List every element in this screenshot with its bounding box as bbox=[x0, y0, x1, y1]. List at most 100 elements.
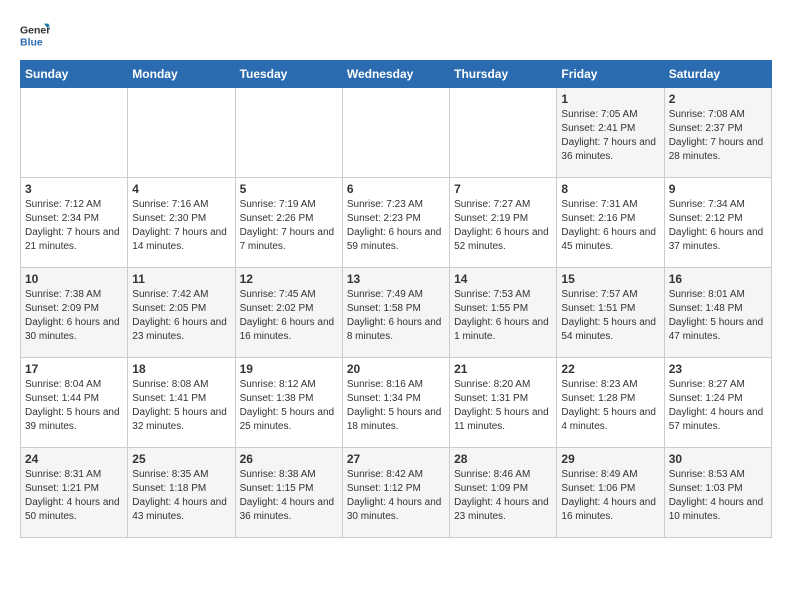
calendar-cell: 12 Sunrise: 7:45 AMSunset: 2:02 PMDayligh… bbox=[235, 268, 342, 358]
calendar-table: SundayMondayTuesdayWednesdayThursdayFrid… bbox=[20, 60, 772, 538]
day-info: Sunrise: 7:27 AMSunset: 2:19 PMDaylight:… bbox=[454, 198, 552, 254]
weekday-header-tuesday: Tuesday bbox=[235, 61, 342, 88]
day-info: Sunrise: 8:42 AMSunset: 1:12 PMDaylight:… bbox=[347, 468, 445, 524]
day-number: 20 bbox=[347, 362, 445, 376]
day-info: Sunrise: 7:38 AMSunset: 2:09 PMDaylight:… bbox=[25, 288, 123, 344]
day-number: 17 bbox=[25, 362, 123, 376]
day-info: Sunrise: 7:19 AMSunset: 2:26 PMDaylight:… bbox=[240, 198, 338, 254]
calendar-cell: 26 Sunrise: 8:38 AMSunset: 1:15 PMDayligh… bbox=[235, 448, 342, 538]
day-number: 6 bbox=[347, 182, 445, 196]
day-number: 25 bbox=[132, 452, 230, 466]
day-number: 29 bbox=[561, 452, 659, 466]
logo-icon: General Blue bbox=[20, 20, 50, 50]
day-number: 26 bbox=[240, 452, 338, 466]
day-info: Sunrise: 8:08 AMSunset: 1:41 PMDaylight:… bbox=[132, 378, 230, 434]
calendar-cell: 5 Sunrise: 7:19 AMSunset: 2:26 PMDaylight… bbox=[235, 178, 342, 268]
calendar-cell: 22 Sunrise: 8:23 AMSunset: 1:28 PMDayligh… bbox=[557, 358, 664, 448]
page-header: General Blue bbox=[20, 20, 772, 50]
day-info: Sunrise: 7:08 AMSunset: 2:37 PMDaylight:… bbox=[669, 108, 767, 164]
svg-text:Blue: Blue bbox=[20, 37, 43, 49]
day-number: 3 bbox=[25, 182, 123, 196]
day-number: 9 bbox=[669, 182, 767, 196]
calendar-cell: 4 Sunrise: 7:16 AMSunset: 2:30 PMDaylight… bbox=[128, 178, 235, 268]
calendar-cell: 15 Sunrise: 7:57 AMSunset: 1:51 PMDayligh… bbox=[557, 268, 664, 358]
day-number: 23 bbox=[669, 362, 767, 376]
day-info: Sunrise: 8:12 AMSunset: 1:38 PMDaylight:… bbox=[240, 378, 338, 434]
day-number: 27 bbox=[347, 452, 445, 466]
day-number: 24 bbox=[25, 452, 123, 466]
day-info: Sunrise: 7:05 AMSunset: 2:41 PMDaylight:… bbox=[561, 108, 659, 164]
logo: General Blue bbox=[20, 20, 50, 50]
weekday-header-friday: Friday bbox=[557, 61, 664, 88]
day-number: 4 bbox=[132, 182, 230, 196]
calendar-cell: 19 Sunrise: 8:12 AMSunset: 1:38 PMDayligh… bbox=[235, 358, 342, 448]
day-info: Sunrise: 8:31 AMSunset: 1:21 PMDaylight:… bbox=[25, 468, 123, 524]
day-number: 15 bbox=[561, 272, 659, 286]
day-number: 16 bbox=[669, 272, 767, 286]
calendar-cell: 20 Sunrise: 8:16 AMSunset: 1:34 PMDayligh… bbox=[342, 358, 449, 448]
calendar-cell: 1 Sunrise: 7:05 AMSunset: 2:41 PMDaylight… bbox=[557, 88, 664, 178]
day-number: 1 bbox=[561, 92, 659, 106]
weekday-header-saturday: Saturday bbox=[664, 61, 771, 88]
calendar-cell: 14 Sunrise: 7:53 AMSunset: 1:55 PMDayligh… bbox=[450, 268, 557, 358]
day-number: 8 bbox=[561, 182, 659, 196]
day-number: 11 bbox=[132, 272, 230, 286]
calendar-cell: 17 Sunrise: 8:04 AMSunset: 1:44 PMDayligh… bbox=[21, 358, 128, 448]
day-info: Sunrise: 8:38 AMSunset: 1:15 PMDaylight:… bbox=[240, 468, 338, 524]
day-info: Sunrise: 7:57 AMSunset: 1:51 PMDaylight:… bbox=[561, 288, 659, 344]
day-info: Sunrise: 8:04 AMSunset: 1:44 PMDaylight:… bbox=[25, 378, 123, 434]
calendar-cell bbox=[342, 88, 449, 178]
weekday-header-wednesday: Wednesday bbox=[342, 61, 449, 88]
day-info: Sunrise: 8:16 AMSunset: 1:34 PMDaylight:… bbox=[347, 378, 445, 434]
day-number: 7 bbox=[454, 182, 552, 196]
day-info: Sunrise: 8:23 AMSunset: 1:28 PMDaylight:… bbox=[561, 378, 659, 434]
day-info: Sunrise: 8:35 AMSunset: 1:18 PMDaylight:… bbox=[132, 468, 230, 524]
calendar-cell: 16Sunrise: 8:01 AMSunset: 1:48 PMDayligh… bbox=[664, 268, 771, 358]
calendar-cell: 2 Sunrise: 7:08 AMSunset: 2:37 PMDaylight… bbox=[664, 88, 771, 178]
calendar-cell: 23 Sunrise: 8:27 AMSunset: 1:24 PMDayligh… bbox=[664, 358, 771, 448]
day-number: 22 bbox=[561, 362, 659, 376]
calendar-cell: 28 Sunrise: 8:46 AMSunset: 1:09 PMDayligh… bbox=[450, 448, 557, 538]
svg-text:General: General bbox=[20, 25, 50, 37]
calendar-cell bbox=[235, 88, 342, 178]
day-number: 12 bbox=[240, 272, 338, 286]
calendar-week-1: 1 Sunrise: 7:05 AMSunset: 2:41 PMDaylight… bbox=[21, 88, 772, 178]
calendar-week-5: 24 Sunrise: 8:31 AMSunset: 1:21 PMDayligh… bbox=[21, 448, 772, 538]
day-number: 13 bbox=[347, 272, 445, 286]
calendar-cell: 18 Sunrise: 8:08 AMSunset: 1:41 PMDayligh… bbox=[128, 358, 235, 448]
calendar-cell: 6 Sunrise: 7:23 AMSunset: 2:23 PMDaylight… bbox=[342, 178, 449, 268]
calendar-week-4: 17 Sunrise: 8:04 AMSunset: 1:44 PMDayligh… bbox=[21, 358, 772, 448]
day-info: Sunrise: 7:53 AMSunset: 1:55 PMDaylight:… bbox=[454, 288, 552, 344]
calendar-cell: 25 Sunrise: 8:35 AMSunset: 1:18 PMDayligh… bbox=[128, 448, 235, 538]
calendar-week-3: 10 Sunrise: 7:38 AMSunset: 2:09 PMDayligh… bbox=[21, 268, 772, 358]
calendar-cell: 9 Sunrise: 7:34 AMSunset: 2:12 PMDaylight… bbox=[664, 178, 771, 268]
calendar-cell: 24 Sunrise: 8:31 AMSunset: 1:21 PMDayligh… bbox=[21, 448, 128, 538]
day-number: 28 bbox=[454, 452, 552, 466]
calendar-cell: 10 Sunrise: 7:38 AMSunset: 2:09 PMDayligh… bbox=[21, 268, 128, 358]
day-info: Sunrise: 7:16 AMSunset: 2:30 PMDaylight:… bbox=[132, 198, 230, 254]
calendar-cell: 3Sunrise: 7:12 AMSunset: 2:34 PMDaylight… bbox=[21, 178, 128, 268]
calendar-cell bbox=[128, 88, 235, 178]
day-info: Sunrise: 7:45 AMSunset: 2:02 PMDaylight:… bbox=[240, 288, 338, 344]
calendar-cell: 8 Sunrise: 7:31 AMSunset: 2:16 PMDaylight… bbox=[557, 178, 664, 268]
calendar-cell: 30Sunrise: 8:53 AMSunset: 1:03 PMDayligh… bbox=[664, 448, 771, 538]
day-number: 30 bbox=[669, 452, 767, 466]
day-number: 19 bbox=[240, 362, 338, 376]
day-number: 14 bbox=[454, 272, 552, 286]
calendar-cell: 11Sunrise: 7:42 AMSunset: 2:05 PMDayligh… bbox=[128, 268, 235, 358]
calendar-cell bbox=[21, 88, 128, 178]
day-number: 21 bbox=[454, 362, 552, 376]
day-info: Sunrise: 8:46 AMSunset: 1:09 PMDaylight:… bbox=[454, 468, 552, 524]
day-info: Sunrise: 7:31 AMSunset: 2:16 PMDaylight:… bbox=[561, 198, 659, 254]
day-number: 10 bbox=[25, 272, 123, 286]
day-info: Sunrise: 8:27 AMSunset: 1:24 PMDaylight:… bbox=[669, 378, 767, 434]
weekday-header-monday: Monday bbox=[128, 61, 235, 88]
day-info: Sunrise: 7:34 AMSunset: 2:12 PMDaylight:… bbox=[669, 198, 767, 254]
day-info: Sunrise: 8:49 AMSunset: 1:06 PMDaylight:… bbox=[561, 468, 659, 524]
day-number: 18 bbox=[132, 362, 230, 376]
calendar-week-2: 3Sunrise: 7:12 AMSunset: 2:34 PMDaylight… bbox=[21, 178, 772, 268]
day-number: 5 bbox=[240, 182, 338, 196]
calendar-cell: 29 Sunrise: 8:49 AMSunset: 1:06 PMDayligh… bbox=[557, 448, 664, 538]
day-info: Sunrise: 7:23 AMSunset: 2:23 PMDaylight:… bbox=[347, 198, 445, 254]
day-number: 2 bbox=[669, 92, 767, 106]
